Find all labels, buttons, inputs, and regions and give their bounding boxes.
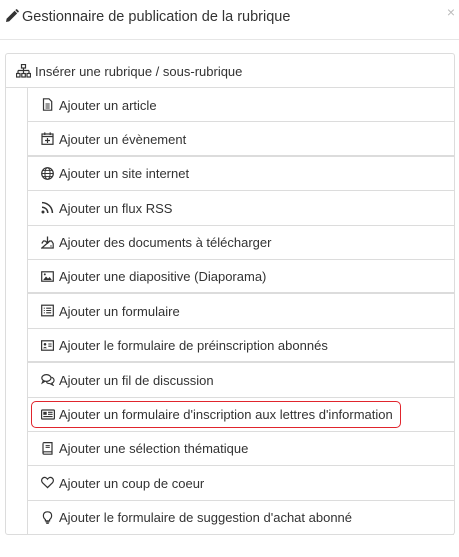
item-label: Ajouter une sélection thématique	[59, 441, 249, 457]
dialog-header: Gestionnaire de publication de la rubriq…	[0, 0, 459, 40]
add-discussion-thread-item[interactable]: Ajouter un fil de discussion	[27, 363, 454, 398]
content-type-list: Ajouter un article Ajouter un évènement …	[27, 88, 454, 536]
add-thematic-selection-item[interactable]: Ajouter une sélection thématique	[27, 431, 454, 467]
close-icon[interactable]: ×	[447, 5, 455, 19]
dialog-title: Gestionnaire de publication de la rubriq…	[22, 9, 291, 25]
item-label: Ajouter un flux RSS	[59, 200, 173, 216]
insert-subsection-item[interactable]: Insérer une rubrique / sous-rubrique	[6, 54, 454, 88]
add-form-item[interactable]: Ajouter un formulaire	[27, 294, 454, 329]
file-text-icon	[41, 98, 54, 111]
add-slideshow-item[interactable]: Ajouter une diapositive (Diaporama)	[27, 259, 454, 295]
newspaper-icon	[41, 408, 55, 421]
add-subscriber-preregistration-form-item[interactable]: Ajouter le formulaire de préinscription …	[27, 328, 454, 364]
calendar-plus-icon	[41, 132, 54, 146]
image-icon	[41, 270, 54, 283]
item-label: Ajouter un article	[59, 97, 157, 113]
item-label: Ajouter un formulaire d'inscription aux …	[59, 407, 393, 423]
item-label: Ajouter un formulaire	[59, 303, 180, 319]
heart-icon	[41, 476, 54, 489]
item-label: Ajouter une diapositive (Diaporama)	[59, 269, 267, 285]
add-website-item[interactable]: Ajouter un site internet	[27, 156, 454, 192]
lightbulb-icon	[41, 510, 54, 524]
pencil-icon	[5, 9, 19, 23]
add-newsletter-signup-form-item[interactable]: Ajouter un formulaire d'inscription aux …	[27, 397, 454, 432]
item-label: Ajouter des documents à télécharger	[59, 235, 272, 251]
item-label: Ajouter un fil de discussion	[59, 372, 214, 388]
publication-options-panel: Insérer une rubrique / sous-rubrique Ajo…	[5, 53, 455, 536]
item-label: Ajouter un coup de coeur	[59, 475, 205, 491]
item-label: Ajouter un évènement	[59, 131, 187, 147]
add-article-item[interactable]: Ajouter un article	[27, 88, 454, 123]
add-event-item[interactable]: Ajouter un évènement	[27, 122, 454, 157]
add-downloadable-documents-item[interactable]: Ajouter des documents à télécharger	[27, 225, 454, 260]
add-rss-feed-item[interactable]: Ajouter un flux RSS	[27, 191, 454, 226]
comments-icon	[41, 373, 55, 387]
book-icon	[41, 441, 54, 455]
add-favorite-item[interactable]: Ajouter un coup de coeur	[27, 466, 454, 501]
id-card-icon	[41, 339, 54, 352]
publication-manager-dialog: Gestionnaire de publication de la rubriq…	[0, 0, 459, 557]
sitemap-icon	[16, 64, 31, 78]
globe-icon	[41, 166, 54, 180]
item-label: Ajouter le formulaire de suggestion d'ac…	[59, 510, 353, 526]
add-purchase-suggestion-form-item[interactable]: Ajouter le formulaire de suggestion d'ac…	[27, 500, 454, 536]
list-alt-icon	[41, 304, 54, 317]
item-label: Ajouter un site internet	[59, 166, 190, 182]
download-tray-icon	[41, 236, 54, 249]
insert-subsection-label: Insérer une rubrique / sous-rubrique	[35, 64, 243, 79]
rss-icon	[41, 201, 54, 214]
item-label: Ajouter le formulaire de préinscription …	[59, 338, 328, 354]
